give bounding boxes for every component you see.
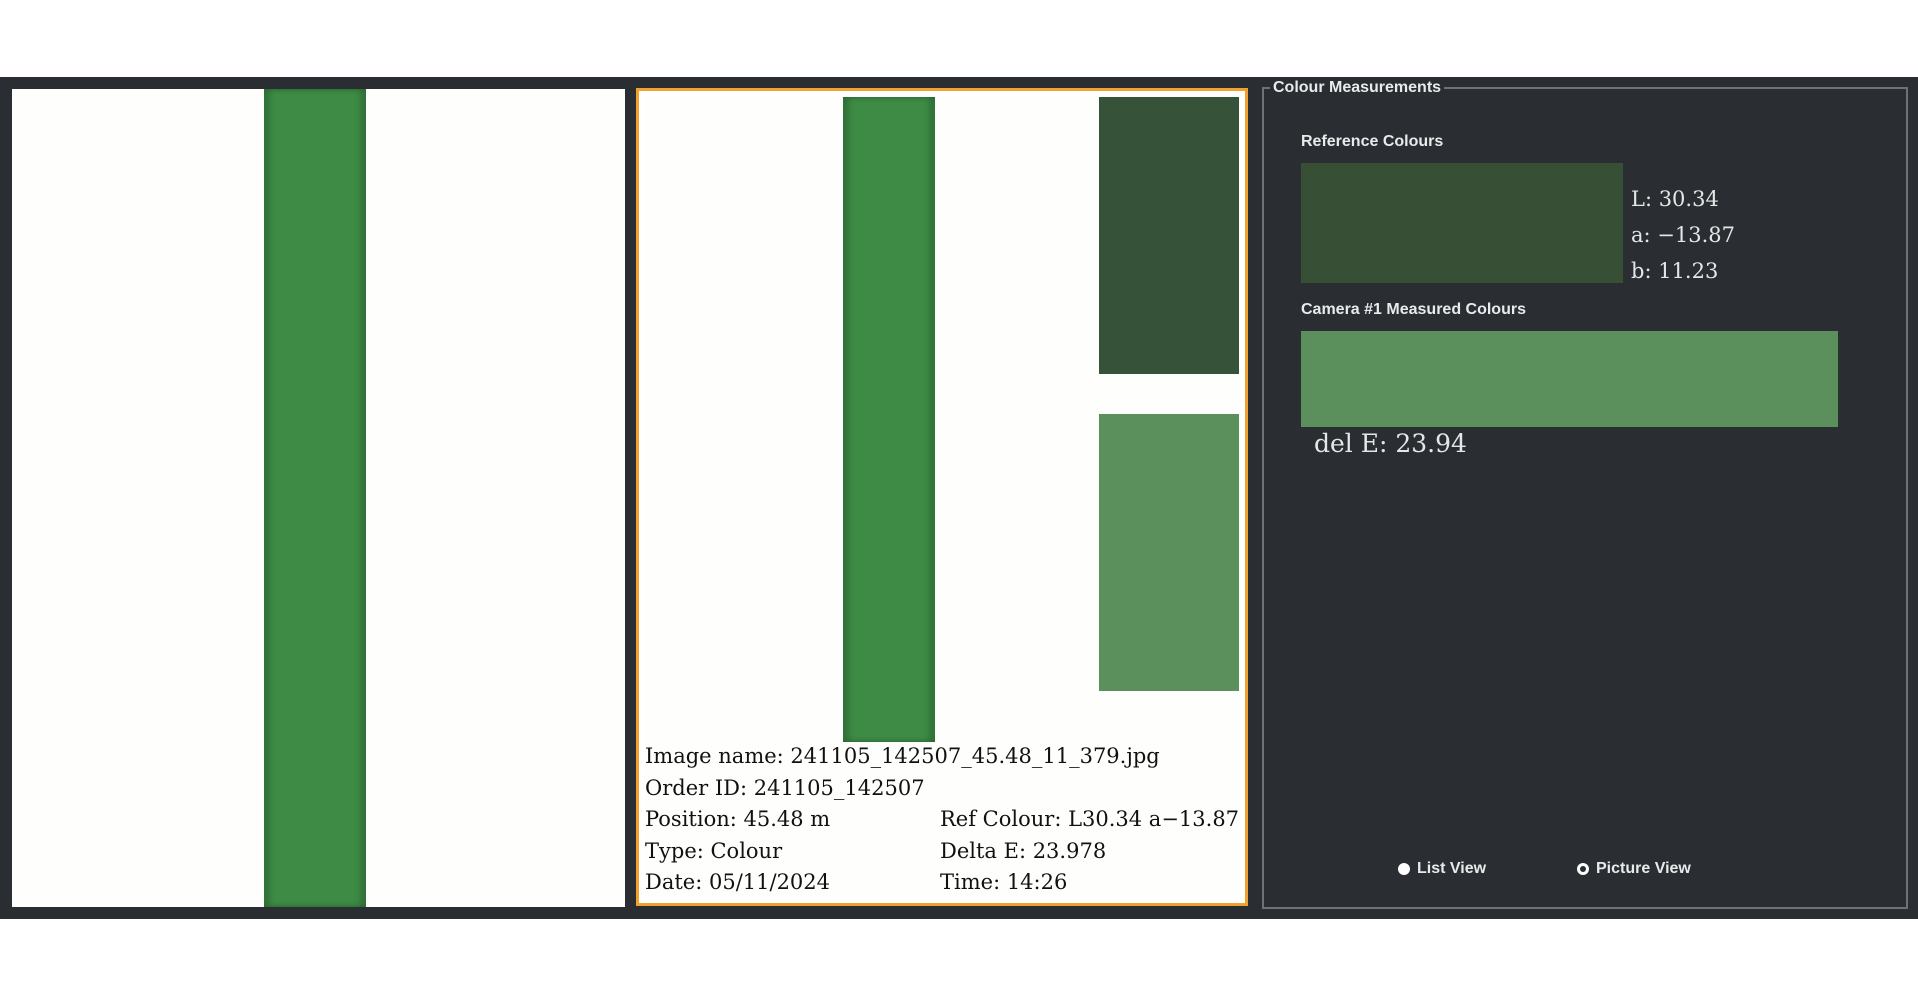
green-stripe	[264, 89, 366, 907]
delta-e: Delta E: 23.978	[940, 838, 1107, 863]
panel-title: Colour Measurements	[1270, 79, 1445, 97]
picture-view-radio[interactable]: Picture View	[1577, 860, 1691, 878]
type: Type: Colour	[645, 838, 783, 863]
lab-a: a: −13.87	[1631, 223, 1735, 247]
ref-colour: Ref Colour: L30.34 a−13.87	[940, 807, 1239, 831]
image-info: Image name: 241105_142507_45.48_11_379.j…	[645, 741, 1239, 897]
lab-l: L: 30.34	[1631, 187, 1719, 211]
image-name: Image name: 241105_142507_45.48_11_379.j…	[645, 744, 1160, 768]
info-row: Position: 45.48 m Ref Colour: L30.34 a−1…	[645, 804, 1239, 836]
info-row: Date: 05/11/2024 Time: 14:26	[645, 867, 1239, 897]
delta-e-value: del E: 23.94	[1314, 429, 1467, 458]
measured-colour-swatch	[1099, 414, 1239, 691]
time: Time: 14:26	[940, 870, 1068, 894]
date: Date: 05/11/2024	[645, 870, 831, 894]
selected-image-view[interactable]: Image name: 241105_142507_45.48_11_379.j…	[636, 88, 1248, 906]
colour-inspection-app: Image name: 241105_142507_45.48_11_379.j…	[0, 77, 1918, 919]
lab-b: b: 11.23	[1631, 259, 1719, 283]
reference-colours-label: Reference Colours	[1301, 133, 1444, 150]
colour-measurements-panel: Colour Measurements Reference Colours L:…	[1262, 79, 1908, 909]
picture-view-label: Picture View	[1596, 860, 1691, 877]
live-camera-view[interactable]	[12, 89, 625, 907]
info-row: Image name: 241105_142507_45.48_11_379.j…	[645, 741, 1239, 773]
measured-colour-swatch	[1301, 331, 1838, 427]
info-row: Order ID: 241105_142507	[645, 773, 1239, 805]
list-view-radio[interactable]: List View	[1398, 860, 1486, 878]
list-view-label: List View	[1417, 860, 1487, 877]
reference-lab-values: L: 30.34 a: −13.87 b: 11.23	[1631, 181, 1735, 289]
position: Position: 45.48 m	[645, 807, 831, 831]
order-id: Order ID: 241105_142507	[645, 775, 925, 800]
radio-checked-icon	[1577, 863, 1589, 875]
reference-colour-swatch	[1099, 97, 1239, 374]
radio-icon	[1398, 863, 1410, 875]
info-row: Type: Colour Delta E: 23.978	[645, 836, 1239, 868]
reference-colour-swatch	[1301, 163, 1623, 283]
green-stripe	[843, 97, 935, 742]
captured-image: Image name: 241105_142507_45.48_11_379.j…	[645, 97, 1239, 897]
measured-colours-label: Camera #1 Measured Colours	[1301, 301, 1526, 318]
